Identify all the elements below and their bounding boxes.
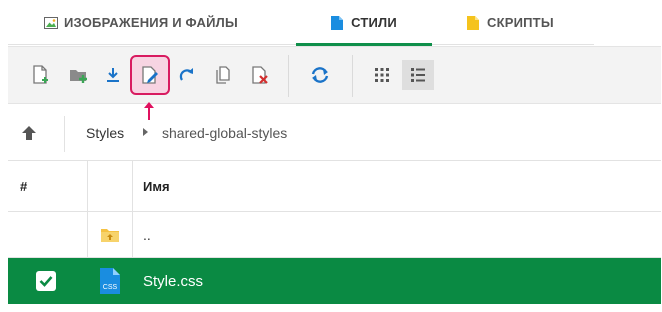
arrow-up-icon bbox=[22, 126, 36, 140]
file-toolbar bbox=[8, 46, 661, 104]
tab-images-and-files[interactable]: ИЗОБРАЖЕНИЯ И ФАЙЛЫ bbox=[44, 0, 238, 45]
new-file-button[interactable] bbox=[25, 60, 57, 90]
list-view-button[interactable] bbox=[402, 60, 434, 90]
column-header-icon bbox=[88, 161, 133, 211]
list-view-icon bbox=[411, 68, 425, 82]
column-header-name[interactable]: Имя bbox=[133, 161, 661, 211]
delete-button[interactable] bbox=[244, 60, 276, 90]
file-name[interactable]: Style.css bbox=[133, 258, 661, 304]
breadcrumb-divider bbox=[64, 116, 65, 152]
row-checkbox[interactable] bbox=[36, 271, 56, 291]
delete-file-icon bbox=[252, 66, 268, 84]
new-file-icon bbox=[33, 65, 48, 84]
download-button[interactable] bbox=[97, 60, 129, 90]
row-icon-cell bbox=[88, 212, 133, 257]
row-number-cell bbox=[8, 212, 88, 257]
grid-view-icon bbox=[375, 68, 389, 82]
row-icon-cell: CSS bbox=[88, 258, 133, 304]
new-folder-icon bbox=[70, 70, 87, 83]
toolbar-separator bbox=[352, 55, 353, 97]
tab-label: СКРИПТЫ bbox=[487, 15, 554, 30]
css-file-icon: CSS bbox=[100, 268, 120, 294]
table-row-selected-file[interactable]: CSS Style.css bbox=[8, 258, 661, 304]
refresh-button[interactable] bbox=[304, 60, 336, 90]
edit-file-icon bbox=[142, 66, 158, 84]
checkmark-icon bbox=[39, 276, 53, 287]
edit-file-button[interactable] bbox=[130, 55, 170, 95]
up-directory-button[interactable] bbox=[20, 124, 44, 144]
folder-up-icon bbox=[101, 228, 119, 242]
download-icon bbox=[107, 68, 119, 82]
tab-label: СТИЛИ bbox=[351, 15, 397, 30]
js-file-icon bbox=[467, 15, 481, 30]
file-table: # Имя .. CSS Style.css bbox=[8, 160, 661, 304]
image-icon bbox=[44, 16, 58, 30]
copy-button[interactable] bbox=[207, 60, 239, 90]
redo-icon bbox=[179, 68, 193, 81]
tab-styles[interactable]: СТИЛИ bbox=[296, 0, 432, 46]
breadcrumb-root-link[interactable]: Styles bbox=[86, 125, 124, 141]
copy-icon bbox=[216, 66, 230, 84]
table-row-parent-folder[interactable]: .. bbox=[8, 212, 661, 258]
toolbar-separator bbox=[288, 55, 289, 97]
file-type-tabs: ИЗОБРАЖЕНИЯ И ФАЙЛЫ СТИЛИ СКРИПТЫ bbox=[8, 0, 594, 46]
breadcrumb-current: shared-global-styles bbox=[162, 125, 288, 141]
file-icon-text: CSS bbox=[103, 284, 118, 291]
breadcrumb: Styles shared-global-styles bbox=[8, 112, 661, 156]
refresh-icon bbox=[311, 67, 329, 83]
redo-button[interactable] bbox=[171, 60, 203, 90]
tab-label: ИЗОБРАЖЕНИЯ И ФАЙЛЫ bbox=[64, 15, 238, 30]
table-header-row: # Имя bbox=[8, 160, 661, 212]
new-folder-button[interactable] bbox=[63, 60, 95, 90]
grid-view-button[interactable] bbox=[366, 60, 398, 90]
tab-scripts[interactable]: СКРИПТЫ bbox=[467, 0, 554, 45]
file-name[interactable]: .. bbox=[133, 212, 661, 257]
row-select-cell bbox=[8, 258, 88, 304]
breadcrumb-chevron-icon bbox=[143, 128, 148, 136]
css-file-icon bbox=[331, 15, 345, 30]
column-header-number[interactable]: # bbox=[8, 161, 88, 211]
